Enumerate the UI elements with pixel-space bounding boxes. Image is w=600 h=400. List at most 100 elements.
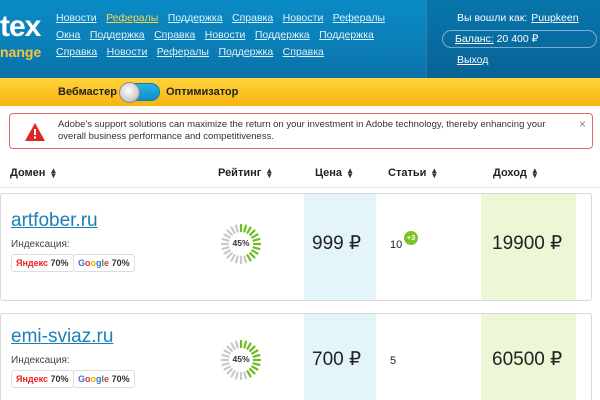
gauge-tick (251, 249, 259, 255)
table-row: emi-sviaz.ru Индексация: Яндекс 70% Goog… (0, 313, 592, 400)
yandex-index-badge: Яндекс 70% (11, 370, 74, 388)
gauge-tick (234, 224, 239, 233)
balance-label[interactable]: Баланс: (455, 33, 494, 45)
toggle-knob[interactable] (119, 82, 140, 103)
gauge-tick (243, 340, 248, 349)
sort-arrows-icon[interactable]: ▲ ▼ (49, 167, 57, 180)
gauge-tick (230, 370, 236, 378)
alert-banner: Adobe's support solutions can maximize t… (9, 113, 593, 149)
column-header-income-label: Доход (493, 167, 527, 179)
gauge-tick (223, 249, 231, 255)
nav-link-0[interactable]: Новости (56, 11, 97, 26)
close-icon[interactable]: × (579, 117, 586, 131)
nav-link-4[interactable]: Новости (283, 11, 324, 26)
gauge-tick (226, 229, 233, 236)
main-nav: Новости Рефералы Поддержка Справка Новос… (56, 9, 408, 60)
gauge-tick (230, 226, 236, 234)
articles-count: 10 (390, 239, 403, 251)
gauge-tick (226, 368, 233, 375)
sort-arrows-icon[interactable]: ▲ ▼ (430, 167, 438, 180)
username-link[interactable]: Puupkeen (531, 12, 578, 24)
gauge-tick (243, 224, 248, 233)
gauge-tick (249, 252, 256, 259)
rating-gauge: 45% (220, 339, 262, 381)
nav-link-7[interactable]: Поддержка (90, 28, 145, 43)
table-row: artfober.ru Индексация: Яндекс 70% Googl… (0, 193, 592, 301)
gauge-tick (230, 342, 236, 350)
table-header: Домен ▲ ▼ Рейтинг ▲ ▼ Цена ▲ ▼ Статьи ▲ ▼ Доход ▲… (0, 160, 600, 188)
mode-toggle-switch[interactable] (119, 82, 160, 103)
gauge-tick (249, 229, 256, 236)
nav-link-1[interactable]: Рефералы (106, 11, 158, 26)
rating-gauge: 45% (220, 223, 262, 265)
balance-pill[interactable]: Баланс: 20 400 ₽ (442, 30, 597, 48)
warning-triangle-icon (25, 123, 45, 141)
domain-link[interactable]: artfober.ru (11, 210, 98, 232)
nav-link-12[interactable]: Справка (56, 45, 97, 60)
nav-link-3[interactable]: Справка (232, 11, 273, 26)
logo[interactable]: tex (0, 10, 41, 44)
google-logo: Google (78, 374, 110, 384)
nav-link-6[interactable]: Окна (56, 28, 80, 43)
gauge-tick (230, 254, 236, 262)
logged-in-line: Вы вошли как: Puupkeen (457, 12, 579, 24)
yandex-index-badge: Яндекс 70% (11, 254, 74, 272)
yandex-index-value: 70% (50, 258, 69, 268)
logged-in-label: Вы вошли как: (457, 12, 528, 24)
nav-link-11[interactable]: Поддержка (319, 28, 374, 43)
nav-link-13[interactable]: Новости (107, 45, 148, 60)
column-header-price-label: Цена (315, 167, 343, 179)
gauge-tick (249, 368, 256, 375)
nav-link-2[interactable]: Поддержка (168, 11, 223, 26)
articles-new-badge: +3 (404, 231, 418, 245)
gauge-tick (234, 255, 239, 264)
rating-value: 45% (232, 354, 250, 364)
logo-subtitle: nange (0, 44, 42, 60)
price-value: 999 ₽ (312, 233, 362, 254)
income-value: 19900 ₽ (492, 233, 563, 254)
gauge-tick (243, 371, 248, 380)
nav-link-16[interactable]: Справка (283, 45, 324, 60)
yandex-logo: Яндекс (16, 374, 49, 384)
nav-link-5[interactable]: Рефералы (333, 11, 385, 26)
column-header-rating[interactable]: Рейтинг ▲ ▼ (218, 167, 273, 180)
gauge-tick (249, 345, 256, 352)
column-header-domain-label: Домен (10, 167, 46, 179)
alert-message: Adobe's support solutions can maximize t… (58, 119, 546, 142)
mode-optimizer-label[interactable]: Оптимизатор (166, 86, 238, 98)
gauge-tick (226, 252, 233, 259)
mode-webmaster-label[interactable]: Вебмастер (58, 86, 117, 98)
rating-value: 45% (232, 238, 250, 248)
nav-link-8[interactable]: Справка (154, 28, 195, 43)
google-index-value: 70% (111, 374, 130, 384)
logout-link[interactable]: Выход (457, 54, 488, 66)
mode-bar: Вебмастер Оптимизатор (0, 78, 600, 106)
column-header-income[interactable]: Доход ▲ ▼ (493, 167, 539, 180)
sort-arrows-icon[interactable]: ▲ ▼ (531, 167, 539, 180)
user-panel: Вы вошли как: Puupkeen Баланс: 20 400 ₽ В… (426, 0, 600, 78)
gauge-tick (246, 254, 252, 262)
top-header: tex nange Новости Рефералы Поддержка Спр… (0, 0, 600, 78)
column-header-price[interactable]: Цена ▲ ▼ (315, 167, 354, 180)
nav-link-9[interactable]: Новости (205, 28, 246, 43)
column-header-domain[interactable]: Домен ▲ ▼ (10, 167, 57, 180)
column-header-rating-label: Рейтинг (218, 167, 262, 179)
balance-value: 20 400 ₽ (496, 33, 539, 45)
gauge-tick (234, 340, 239, 349)
income-value: 60500 ₽ (492, 349, 563, 370)
nav-link-10[interactable]: Поддержка (255, 28, 310, 43)
indexation-label: Индексация: (11, 239, 70, 250)
price-value: 700 ₽ (312, 349, 362, 370)
gauge-tick (246, 226, 252, 234)
column-header-articles[interactable]: Статьи ▲ ▼ (388, 167, 438, 180)
gauge-tick (226, 345, 233, 352)
gauge-tick (223, 365, 231, 371)
nav-link-14[interactable]: Рефералы (157, 45, 209, 60)
nav-link-15[interactable]: Поддержка (218, 45, 273, 60)
yandex-logo: Яндекс (16, 258, 49, 268)
domain-link[interactable]: emi-sviaz.ru (11, 326, 113, 348)
sort-arrows-icon[interactable]: ▲ ▼ (265, 167, 273, 180)
yandex-index-value: 70% (50, 374, 69, 384)
sort-arrows-icon[interactable]: ▲ ▼ (346, 167, 354, 180)
google-logo: Google (78, 258, 110, 268)
